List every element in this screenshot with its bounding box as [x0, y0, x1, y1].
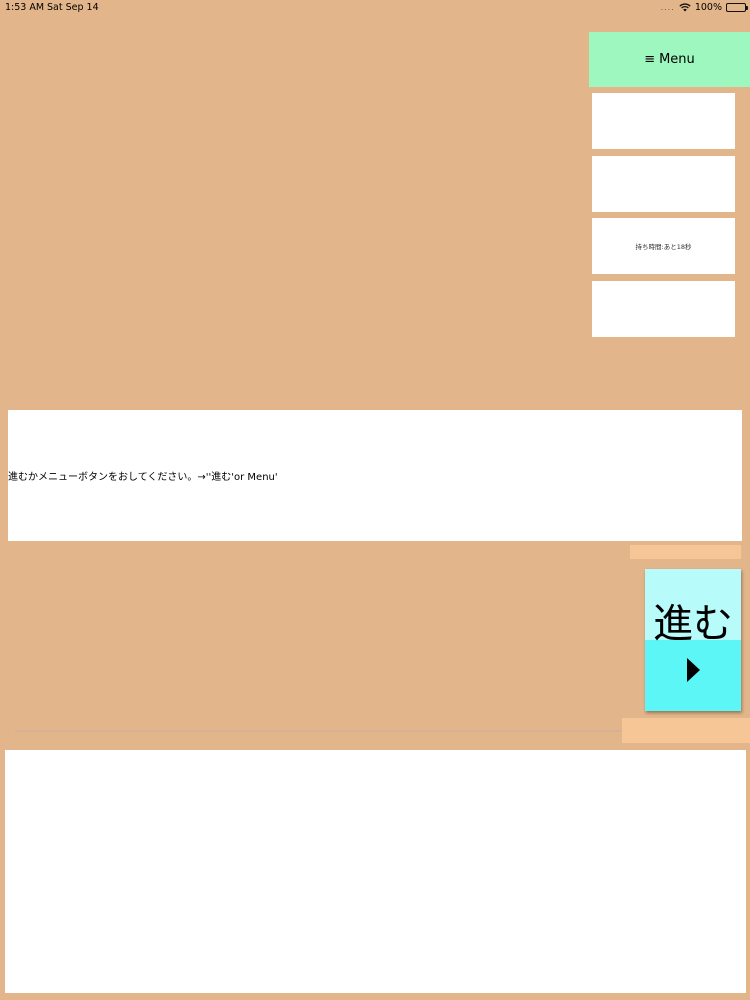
accent-bar-lower [622, 718, 750, 743]
side-panel-1 [592, 93, 735, 149]
menu-label: Menu [659, 52, 695, 67]
message-text: 進むかメニューボタンをおしてください。→''進む'or Menu' [8, 472, 278, 483]
wifi-icon [679, 3, 691, 12]
side-panel-4 [592, 281, 735, 337]
bottom-panel [5, 750, 746, 993]
message-box: 進むかメニューボタンをおしてください。→''進む'or Menu' [8, 410, 742, 541]
divider [15, 730, 625, 732]
next-button[interactable]: 進む [645, 569, 741, 711]
menu-button[interactable]: ≡ Menu [589, 32, 750, 87]
side-panel-2 [592, 156, 735, 212]
accent-bar [630, 545, 741, 559]
play-triangle-icon [686, 658, 700, 682]
signal-icon: .... [660, 3, 675, 12]
battery-percent: 100% [694, 2, 722, 13]
timer-panel: 持ち時間:あと18秒 [592, 218, 735, 274]
status-right-group: .... 100% [660, 2, 748, 13]
battery-icon [726, 3, 748, 12]
next-button-label: 進む [653, 601, 733, 647]
status-date: Sat Sep 14 [47, 2, 99, 13]
status-time: 1:53 AM [5, 2, 45, 13]
status-bar: 1:53 AM Sat Sep 14 .... 100% [0, 0, 750, 16]
hamburger-icon: ≡ [644, 52, 656, 67]
timer-text: 持ち時間:あと18秒 [635, 243, 692, 251]
